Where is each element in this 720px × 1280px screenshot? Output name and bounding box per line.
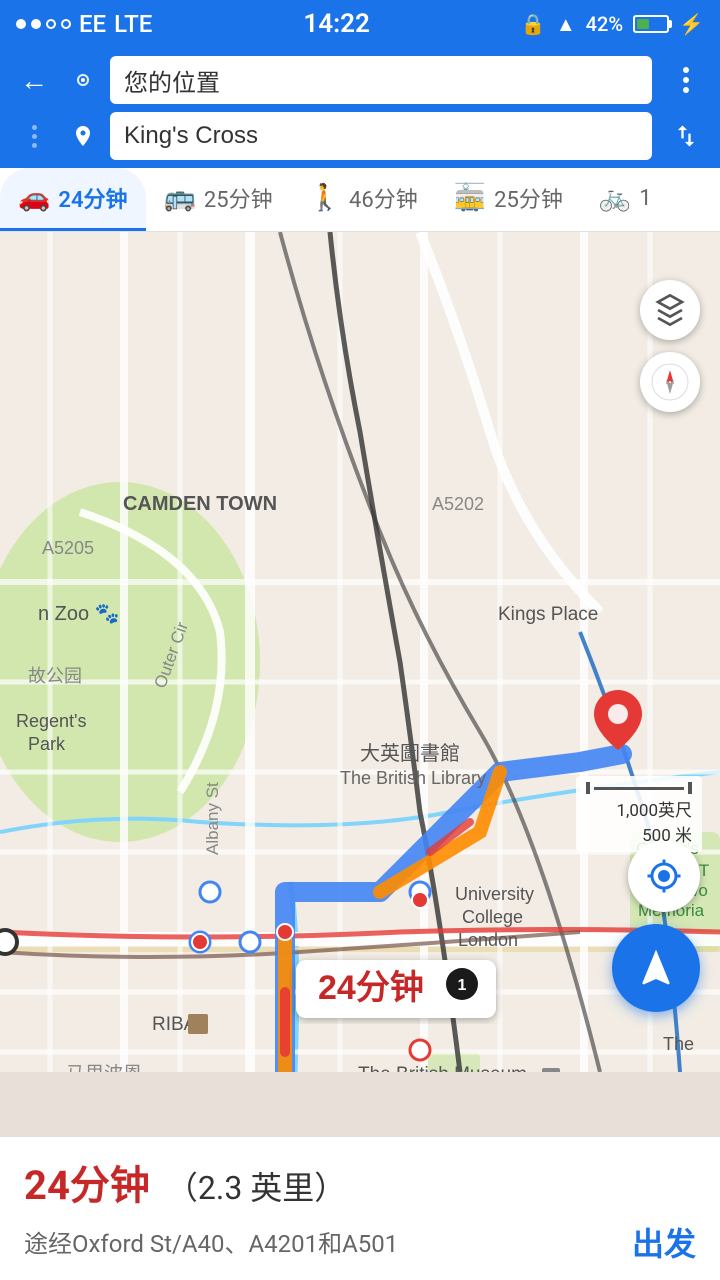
svg-text:The: The: [663, 1034, 694, 1054]
lock-icon: 🔒: [521, 12, 546, 36]
connector-dots: [12, 125, 56, 148]
scale-label-meters: 500 米: [586, 821, 692, 846]
svg-text:Park: Park: [28, 734, 66, 754]
route-details-row: 途经Oxford St/A40、A4201和A501 出发: [24, 1219, 696, 1265]
nav-header: ←: [0, 48, 720, 168]
back-button[interactable]: ←: [12, 58, 56, 102]
start-button[interactable]: 出发: [632, 1219, 696, 1265]
status-bar: EE LTE 14:22 🔒 ▲ 42% ⚡: [0, 0, 720, 48]
svg-text:Albany St: Albany St: [203, 782, 222, 855]
route-time: 24分钟: [24, 1153, 150, 1211]
cycling-duration: 1: [639, 186, 651, 211]
svg-text:马里波恩: 马里波恩: [66, 1063, 142, 1072]
train-icon: 🚋: [454, 183, 486, 213]
bike-icon: 🚲: [599, 183, 631, 213]
scale-label-feet: 1,000英尺: [586, 796, 692, 821]
destination-pin-icon: [68, 121, 98, 151]
svg-text:大英圖書館: 大英圖書館: [360, 742, 460, 765]
svg-text:The British Library: The British Library: [340, 768, 486, 788]
dot3: [46, 19, 56, 29]
dot2: [31, 19, 41, 29]
destination-input[interactable]: [110, 112, 652, 160]
tab-rail[interactable]: 🚋 25分钟: [436, 168, 581, 231]
bottom-panel: 24分钟 （2.3 英里） 途经Oxford St/A40、A4201和A501…: [0, 1136, 720, 1280]
svg-text:The British Museum: The British Museum: [358, 1064, 527, 1072]
battery-percent: 42%: [586, 12, 623, 36]
status-left: EE LTE: [16, 10, 152, 38]
walking-icon: 🚶: [309, 183, 341, 213]
svg-text:Regent's: Regent's: [16, 711, 86, 731]
carrier-label: EE: [79, 10, 106, 38]
rail-duration: 25分钟: [494, 182, 563, 214]
clock: 14:22: [303, 9, 370, 39]
tab-transit[interactable]: 🚌 25分钟: [146, 168, 291, 231]
start-navigation-button[interactable]: [612, 924, 700, 1012]
route-summary: 24分钟 （2.3 英里）: [24, 1153, 696, 1211]
svg-text:1: 1: [458, 977, 467, 994]
location-dot-icon: [68, 65, 98, 95]
svg-text:College: College: [462, 907, 523, 927]
dot1: [16, 19, 26, 29]
svg-text:A5202: A5202: [432, 494, 484, 514]
map-svg: CAMDEN TOWN A5205 A5202 n Zoo 🐾 Kings Pl…: [0, 232, 720, 1072]
origin-input[interactable]: [110, 56, 652, 104]
status-right: 🔒 ▲ 42% ⚡: [521, 12, 704, 37]
transport-tabs: 🚗 24分钟 🚌 25分钟 🚶 46分钟 🚋 25分钟 🚲 1: [0, 168, 720, 232]
tab-cycling[interactable]: 🚲 1: [581, 168, 670, 231]
signal-dots: [16, 19, 71, 29]
layers-button[interactable]: [640, 280, 700, 340]
svg-text:24分钟: 24分钟: [318, 969, 424, 1007]
svg-text:London: London: [458, 930, 518, 950]
svg-text:CAMDEN TOWN: CAMDEN TOWN: [123, 493, 277, 515]
battery-indicator: [633, 15, 669, 33]
transit-duration: 25分钟: [204, 182, 273, 214]
svg-text:n Zoo 🐾: n Zoo 🐾: [38, 603, 120, 625]
tab-driving[interactable]: 🚗 24分钟: [0, 168, 146, 231]
dot-2: [683, 77, 689, 83]
more-options-button[interactable]: [664, 58, 708, 102]
swap-directions-button[interactable]: [664, 114, 708, 158]
network-type: LTE: [114, 10, 152, 38]
dot4: [61, 19, 71, 29]
map-area[interactable]: CAMDEN TOWN A5205 A5202 n Zoo 🐾 Kings Pl…: [0, 232, 720, 1072]
dot-3: [683, 87, 689, 93]
svg-text:故公园: 故公园: [28, 666, 82, 686]
location-icon: ▲: [556, 12, 576, 37]
scale-indicator: 1,000英尺 500 米: [576, 776, 702, 852]
svg-text:University: University: [455, 884, 534, 904]
svg-text:Kings Place: Kings Place: [498, 604, 598, 625]
charge-icon: ⚡: [679, 12, 704, 36]
walking-duration: 46分钟: [349, 182, 418, 214]
car-icon: 🚗: [18, 183, 50, 213]
route-distance: （2.3 英里）: [166, 1163, 346, 1209]
compass-button[interactable]: [640, 352, 700, 412]
route-via: 途经Oxford St/A40、A4201和A501: [24, 1224, 398, 1259]
bus-icon: 🚌: [164, 183, 196, 213]
svg-text:A5205: A5205: [42, 538, 94, 558]
origin-row: ←: [12, 56, 708, 104]
dot-1: [683, 67, 689, 73]
tab-walking[interactable]: 🚶 46分钟: [291, 168, 436, 231]
destination-row: [12, 112, 708, 160]
driving-duration: 24分钟: [58, 182, 127, 214]
